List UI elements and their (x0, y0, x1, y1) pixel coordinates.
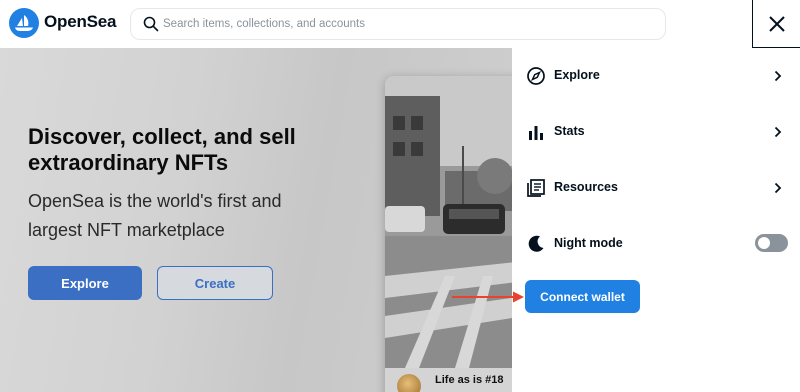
moon-icon (528, 235, 544, 252)
search-icon (143, 16, 159, 37)
nft-card-footer: Life as is #18 (385, 368, 512, 392)
close-icon (769, 16, 785, 32)
top-navbar: OpenSea (0, 0, 800, 48)
menu-item-resources[interactable]: Resources (512, 160, 800, 216)
menu-item-label: Night mode (554, 236, 623, 250)
connect-wallet-button[interactable]: Connect wallet (525, 280, 640, 313)
chevron-right-icon (774, 126, 782, 138)
chevron-right-icon (774, 70, 782, 82)
brand-name[interactable]: OpenSea (44, 12, 116, 32)
menu-item-label: Stats (554, 124, 585, 138)
create-button[interactable]: Create (157, 266, 273, 300)
document-icon (527, 179, 545, 197)
annotation-arrow-icon (452, 291, 524, 303)
explore-button[interactable]: Explore (28, 266, 142, 300)
menu-item-label: Resources (554, 180, 618, 194)
toggle-knob (758, 237, 770, 249)
search-bar[interactable] (130, 8, 666, 40)
bar-chart-icon (529, 126, 543, 140)
side-menu-panel: Explore Stats Resources Night mode Conne… (512, 48, 800, 392)
menu-item-label: Explore (554, 68, 600, 82)
hero-subtitle: OpenSea is the world's first and largest… (28, 191, 282, 240)
hero-section: Discover, collect, and sell extraordinar… (0, 48, 512, 392)
night-mode-toggle[interactable] (755, 234, 788, 252)
featured-nft-card[interactable]: Life as is #18 (385, 76, 512, 392)
close-menu-button[interactable] (752, 0, 800, 48)
chevron-right-icon (774, 182, 782, 194)
menu-item-explore[interactable]: Explore (512, 48, 800, 104)
hero-title: Discover, collect, and sell extraordinar… (28, 124, 296, 175)
menu-item-stats[interactable]: Stats (512, 104, 800, 160)
creator-avatar (397, 374, 421, 392)
opensea-logo-icon[interactable] (9, 8, 39, 38)
nft-image (385, 76, 512, 368)
compass-icon (527, 67, 545, 85)
nft-name: Life as is #18 (435, 374, 504, 386)
search-input[interactable] (163, 10, 653, 38)
